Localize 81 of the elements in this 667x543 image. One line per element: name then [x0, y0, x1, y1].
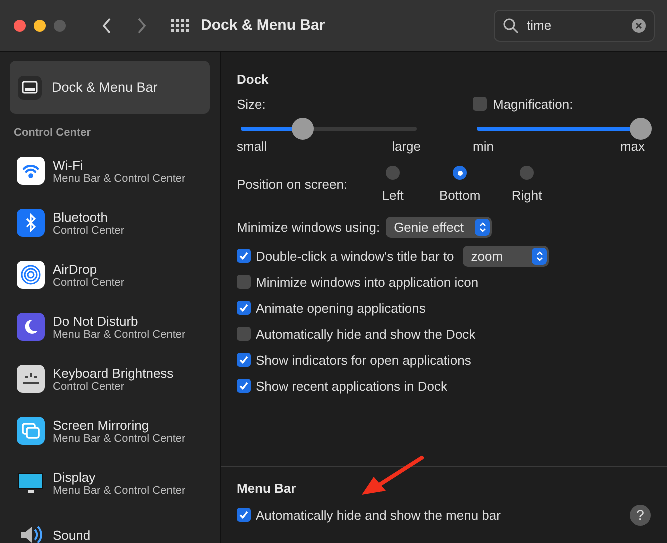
item-title: Screen Mirroring	[53, 418, 150, 432]
item-subtitle: Menu Bar & Control Center	[53, 432, 186, 444]
checkbox-label: Show recent applications in Dock	[256, 378, 448, 394]
sidebar-item[interactable]: Sound	[10, 509, 210, 543]
forward-icon[interactable]	[137, 16, 147, 34]
radio-button[interactable]	[520, 166, 534, 180]
item-title: Display	[53, 470, 96, 484]
checkbox[interactable]	[237, 327, 251, 341]
minimize-button[interactable]	[34, 20, 46, 32]
item-subtitle: Menu Bar & Control Center	[53, 484, 186, 496]
item-title: AirDrop	[53, 262, 98, 276]
checkbox-label: Double-click a window's title bar to	[256, 248, 454, 264]
magnification-label: Magnification:	[493, 96, 574, 112]
item-subtitle: Menu Bar & Control Center	[53, 328, 186, 340]
slider-thumb[interactable]	[630, 118, 652, 140]
close-button[interactable]	[14, 20, 26, 32]
checkbox-label: Automatically hide and show the Dock	[256, 326, 476, 342]
section-title: Dock	[237, 72, 270, 87]
checkbox[interactable]	[473, 97, 487, 111]
size-label: Size:	[237, 96, 266, 112]
checkbox-label: Show indicators for open applications	[256, 352, 472, 368]
sidebar-item[interactable]: Bluetooth Control Center	[10, 197, 210, 249]
slider-thumb[interactable]	[292, 118, 314, 140]
slider-max-label: large	[392, 139, 421, 154]
action-dropdown[interactable]: zoom	[463, 246, 550, 266]
search-field[interactable]: time	[494, 10, 655, 42]
moon-icon	[17, 313, 45, 341]
position-label: Position on screen:	[237, 177, 348, 192]
checkbox[interactable]	[237, 379, 251, 393]
search-input[interactable]: time	[525, 17, 626, 34]
bluetooth-icon	[17, 209, 45, 237]
checkbox-label: Minimize windows into application icon	[256, 274, 479, 290]
sidebar-item[interactable]: AirDrop Control Center	[10, 249, 210, 301]
checkbox[interactable]	[237, 508, 251, 522]
section-title: Menu Bar	[237, 481, 298, 496]
radio-button[interactable]	[386, 166, 400, 180]
item-title: Keyboard Brightness	[53, 366, 174, 380]
checkbox[interactable]	[237, 301, 251, 315]
keyboard-brightness-icon	[17, 365, 45, 393]
sidebar-item[interactable]: Wi-Fi Menu Bar & Control Center	[10, 145, 210, 197]
annotation-arrow	[360, 455, 426, 497]
slider-min-label: small	[237, 139, 268, 154]
airdrop-icon	[17, 261, 45, 289]
slider-max-label: max	[620, 139, 645, 154]
item-title: Do Not Disturb	[53, 314, 140, 328]
slider-min-label: min	[473, 139, 494, 154]
back-icon[interactable]	[102, 16, 112, 34]
radio-button[interactable]	[453, 166, 468, 180]
item-title: Sound	[53, 528, 91, 542]
dock-icon	[18, 76, 42, 100]
item-subtitle: Control Center	[53, 276, 125, 288]
checkbox[interactable]	[237, 353, 251, 367]
screen-mirroring-icon	[17, 417, 45, 445]
sidebar-item[interactable]: Do Not Disturb Menu Bar & Control Center	[10, 301, 210, 353]
effect-dropdown[interactable]: Genie effect	[386, 217, 492, 238]
item-title: Bluetooth	[53, 210, 109, 224]
item-subtitle: Menu Bar & Control Center	[53, 172, 186, 184]
item-subtitle: Control Center	[53, 380, 125, 392]
stepper-icon	[475, 219, 490, 236]
search-icon	[503, 18, 519, 34]
checkbox-label: Automatically hide and show the menu bar	[256, 508, 501, 522]
window-title: Dock & Menu Bar	[201, 17, 326, 34]
minimize-label: Minimize windows using:	[237, 220, 380, 235]
checkbox[interactable]	[237, 275, 251, 289]
sidebar-item[interactable]: Screen Mirroring Menu Bar & Control Center	[10, 405, 210, 457]
sidebar-item[interactable]: Display Menu Bar & Control Center	[10, 457, 210, 509]
section-header: Control Center	[14, 127, 92, 139]
checkbox-label: Animate opening applications	[256, 300, 426, 316]
grid-icon[interactable]	[171, 18, 189, 32]
radio-label: Left	[382, 188, 404, 203]
stepper-icon	[532, 248, 548, 264]
radio-label: Bottom	[439, 188, 481, 203]
help-button[interactable]: ?	[630, 504, 651, 526]
radio-label: Right	[512, 188, 542, 203]
checkbox[interactable]	[237, 249, 251, 263]
sidebar-item[interactable]: Keyboard Brightness Control Center	[10, 353, 210, 405]
clear-icon[interactable]	[632, 18, 646, 32]
sidebar-item[interactable]: Dock & Menu Bar	[10, 61, 210, 114]
wifi-icon	[17, 157, 45, 185]
item-subtitle: Control Center	[53, 224, 125, 236]
item-title: Wi-Fi	[53, 158, 84, 172]
